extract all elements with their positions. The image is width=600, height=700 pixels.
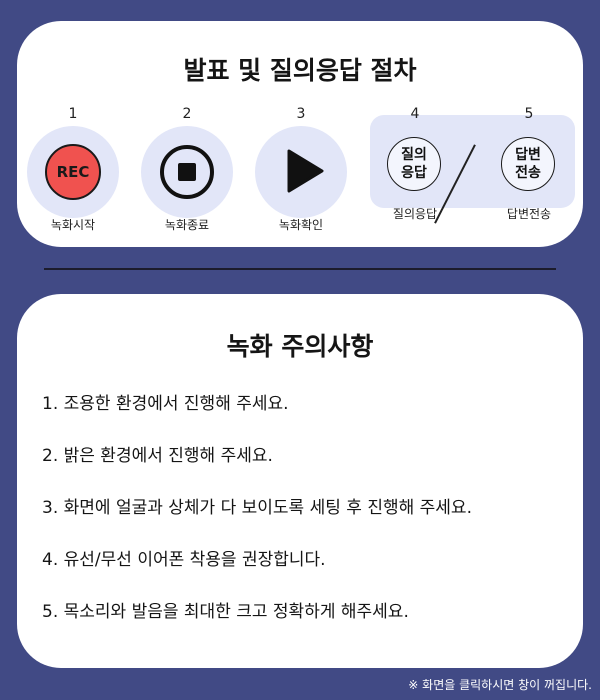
list-item: 2. 밝은 환경에서 진행해 주세요. [42, 446, 273, 466]
step-circle [141, 126, 233, 218]
step-qa[interactable]: 4 질의 응답 질의응답 [365, 105, 465, 222]
procedure-card: 발표 및 질의응답 절차 1 REC 녹화시작 2 녹화종료 3 녹화확인 4 … [17, 21, 583, 247]
cautions-card: 녹화 주의사항 1. 조용한 환경에서 진행해 주세요. 2. 밝은 환경에서 … [17, 294, 583, 668]
list-item: 3. 화면에 얼굴과 상체가 다 보이도록 세팅 후 진행해 주세요. [42, 498, 472, 518]
step-number: 2 [182, 106, 192, 122]
step-record-check[interactable]: 3 녹화확인 [251, 105, 351, 233]
cautions-list: 1. 조용한 환경에서 진행해 주세요. 2. 밝은 환경에서 진행해 주세요.… [42, 393, 562, 653]
step-circle [255, 126, 347, 218]
qa-icon-line1: 질의 [401, 147, 427, 163]
step-label: 녹화시작 [50, 218, 96, 232]
list-item: 4. 유선/무선 이어폰 착용을 권장합니다. [42, 550, 326, 570]
qa-icon[interactable]: 질의 응답 [387, 137, 441, 191]
step-answer-send[interactable]: 5 답변 전송 답변전송 [479, 105, 579, 222]
procedure-title: 발표 및 질의응답 절차 [183, 56, 417, 85]
stop-icon[interactable] [160, 145, 214, 199]
step-label: 녹화확인 [278, 218, 324, 232]
step-label: 녹화종료 [164, 218, 210, 232]
list-item: 5. 목소리와 발음을 최대한 크고 정확하게 해주세요. [42, 602, 409, 622]
list-item: 1. 조용한 환경에서 진행해 주세요. [42, 394, 289, 414]
close-hint: ※ 화면을 클릭하시면 창이 꺼집니다. [408, 678, 592, 692]
step-record-start[interactable]: 1 REC 녹화시작 [23, 105, 123, 233]
qa-icon-line2: 응답 [401, 165, 427, 181]
step-number: 4 [410, 106, 420, 122]
section-divider [44, 268, 556, 270]
step-circle: REC [27, 126, 119, 218]
step-number: 3 [296, 106, 306, 122]
cautions-title: 녹화 주의사항 [226, 332, 374, 361]
step-number: 1 [68, 106, 78, 122]
step-record-stop[interactable]: 2 녹화종료 [137, 105, 237, 233]
play-icon[interactable] [285, 148, 325, 194]
step-number: 5 [524, 106, 534, 122]
answer-icon-line2: 전송 [515, 165, 541, 181]
answer-icon-line1: 답변 [515, 147, 541, 163]
answer-send-icon[interactable]: 답변 전송 [501, 137, 555, 191]
rec-icon[interactable]: REC [45, 144, 101, 200]
